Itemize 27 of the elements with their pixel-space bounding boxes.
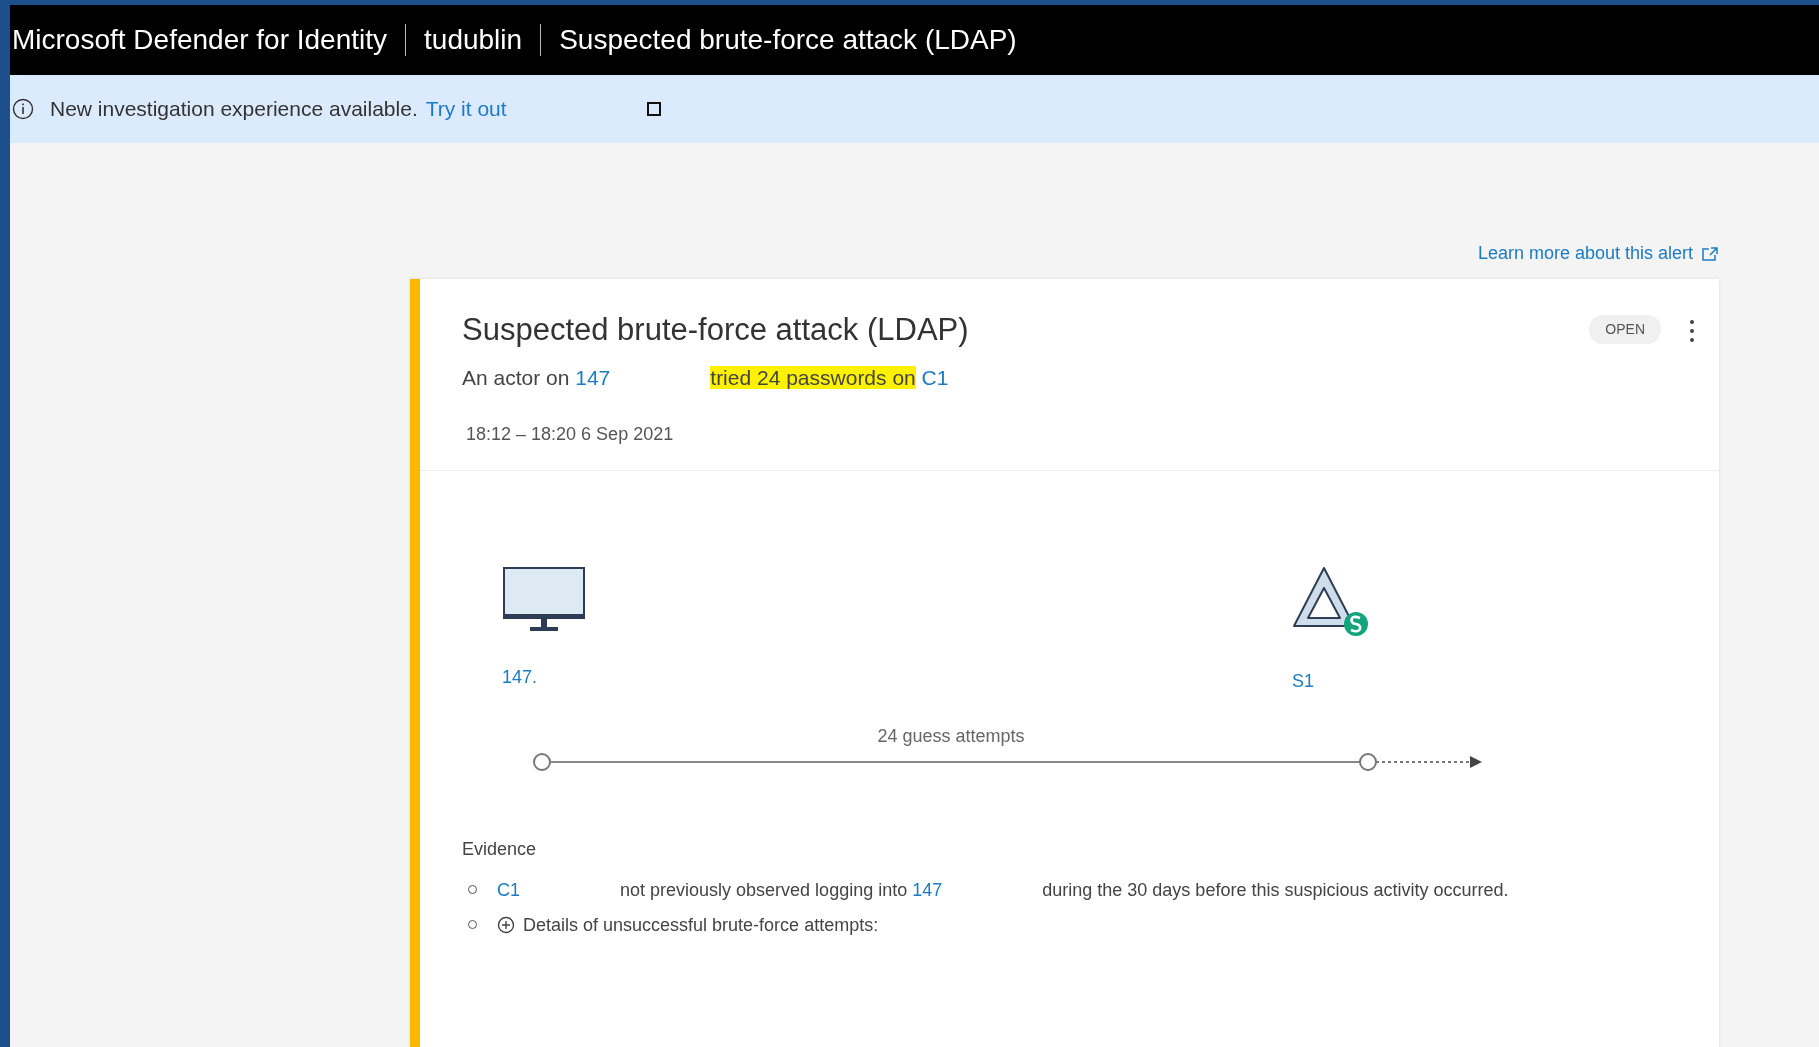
entity-link[interactable]: 147 (912, 880, 943, 900)
evidence-item: C1 not previously observed logging into 147 during the 30 days before this suspicious activity occurred. (497, 879, 1510, 902)
more-icon (1689, 319, 1695, 344)
alert-summary: An actor on 147 tried 24 passwords on C1 (462, 364, 950, 391)
evidence-details: Details of unsuccessful brute-force attempts: (523, 914, 880, 937)
evidence-heading: Evidence (462, 838, 538, 861)
alert-time: 18:12 – 18:20 6 Sep 2021 (466, 423, 675, 446)
entity-link[interactable]: C1 (497, 880, 520, 900)
breadcrumb-item[interactable]: tudublin (424, 19, 523, 61)
expand-icon[interactable] (497, 916, 515, 934)
node-link[interactable]: S1 (1292, 668, 1315, 695)
learn-more-link[interactable]: Learn more about this alert (1477, 240, 1719, 267)
alert-title: Suspected brute-force attack (LDAP) (462, 311, 970, 349)
breadcrumb-item[interactable]: Suspected brute-force attack (LDAP) (559, 19, 1017, 61)
status-badge: OPEN (1589, 315, 1661, 344)
entity-link[interactable]: C1 (921, 365, 949, 389)
entity-link[interactable]: 147 (575, 365, 611, 389)
domain-controller-icon (1292, 566, 1370, 638)
external-link-icon (1701, 245, 1719, 262)
computer-icon (502, 566, 586, 634)
edge-label: 24 guess attempts (876, 725, 1026, 748)
node-link[interactable]: 147. (502, 664, 538, 691)
product-title: Microsoft Defender for Identity (12, 23, 388, 57)
banner-message: New investigation experience available. (50, 96, 418, 123)
square-icon (646, 102, 661, 116)
try-it-out-link[interactable]: Try it out (425, 93, 507, 125)
info-icon (12, 98, 34, 120)
